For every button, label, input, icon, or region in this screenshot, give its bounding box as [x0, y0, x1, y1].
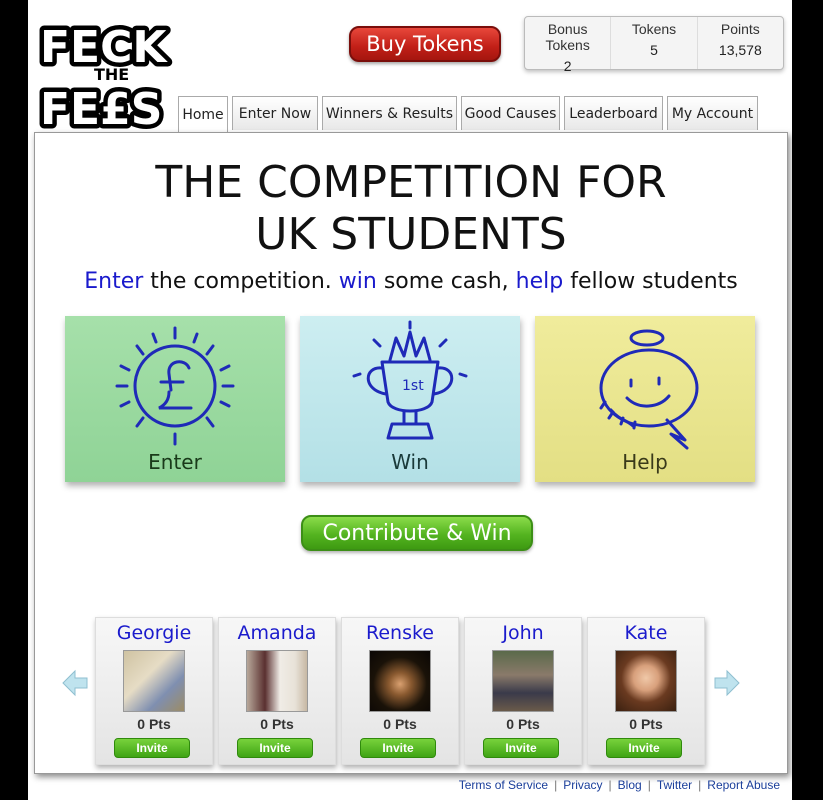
stat-value: 2: [563, 58, 572, 74]
token-stats: Bonus Tokens 2 Tokens 5 Points 13,578: [524, 16, 784, 74]
tokens-stat: Tokens 5: [610, 17, 696, 69]
invite-button[interactable]: Invite: [483, 738, 559, 758]
friend-name: Kate: [624, 622, 668, 644]
friend-card: Kate 0 Pts Invite: [587, 617, 705, 765]
tagline-win: win: [338, 269, 377, 294]
friend-name: Renske: [366, 622, 434, 644]
tagline-text: the competition.: [143, 269, 339, 294]
points-stat: Points 13,578: [696, 17, 783, 69]
feck-the-fees-logo[interactable]: FECK FECK THE FE£S FE£S: [34, 14, 176, 132]
friend-name: Amanda: [237, 622, 317, 644]
avatar[interactable]: [123, 650, 185, 712]
win-card[interactable]: 1st Win: [300, 316, 520, 482]
divider: |: [608, 778, 612, 792]
divider: |: [554, 778, 558, 792]
tagline-help: help: [515, 269, 564, 294]
stat-label: Bonus Tokens: [545, 21, 590, 53]
privacy-link[interactable]: Privacy: [563, 778, 602, 792]
page-title-line2: UK STUDENTS: [255, 209, 567, 260]
invite-button[interactable]: Invite: [114, 738, 190, 758]
tagline-text: some cash,: [376, 269, 516, 294]
blog-link[interactable]: Blog: [618, 778, 642, 792]
friend-points: 0 Pts: [260, 716, 294, 732]
avatar[interactable]: [492, 650, 554, 712]
friend-points: 0 Pts: [506, 716, 540, 732]
divider: |: [698, 778, 702, 792]
tab-winners-results[interactable]: Winners & Results: [322, 96, 457, 130]
carousel-prev-arrow-icon[interactable]: [61, 669, 89, 697]
svg-text:THE: THE: [94, 65, 129, 84]
friend-points: 0 Pts: [137, 716, 171, 732]
tagline-text: fellow students: [563, 269, 738, 294]
tab-my-account[interactable]: My Account: [667, 96, 758, 130]
friend-name: John: [502, 622, 544, 644]
divider: |: [647, 778, 651, 792]
friend-card: Renske 0 Pts Invite: [341, 617, 459, 765]
footer-links: Terms of Service | Privacy | Blog | Twitter | Re…: [459, 778, 780, 792]
main-content-panel: THE COMPETITION FOR UK STUDENTS Enter th…: [34, 132, 788, 774]
report-abuse-link[interactable]: Report Abuse: [707, 778, 780, 792]
enter-card[interactable]: Enter: [65, 316, 285, 482]
enter-card-label: Enter: [148, 450, 202, 474]
tab-good-causes[interactable]: Good Causes: [461, 96, 560, 130]
friend-points: 0 Pts: [383, 716, 417, 732]
tab-leaderboard[interactable]: Leaderboard: [564, 96, 663, 130]
avatar[interactable]: [246, 650, 308, 712]
tab-home[interactable]: Home: [178, 96, 228, 132]
friend-points: 0 Pts: [629, 716, 663, 732]
carousel-next-arrow-icon[interactable]: [713, 669, 741, 697]
stat-label: Points: [720, 21, 760, 37]
twitter-link[interactable]: Twitter: [657, 778, 692, 792]
stat-value: 13,578: [718, 42, 762, 58]
buy-tokens-button[interactable]: Buy Tokens: [349, 26, 501, 62]
svg-text:1st: 1st: [402, 378, 424, 394]
avatar[interactable]: [369, 650, 431, 712]
help-card-label: Help: [622, 450, 668, 474]
contribute-and-win-button[interactable]: Contribute & Win: [301, 515, 533, 551]
stat-label: Tokens: [631, 21, 677, 37]
help-card[interactable]: Help: [535, 316, 755, 482]
avatar[interactable]: [615, 650, 677, 712]
invite-button[interactable]: Invite: [360, 738, 436, 758]
tagline-enter: Enter: [84, 269, 144, 294]
friend-card: Amanda 0 Pts Invite: [218, 617, 336, 765]
page: FECK FECK THE FE£S FE£S Buy Tokens Bonus…: [28, 0, 792, 800]
bonus-tokens-stat: Bonus Tokens 2: [525, 17, 610, 74]
main-nav-tabs: Home Enter Now Winners & Results Good Ca…: [178, 96, 758, 132]
tagline: Enter the competition. win some cash, he…: [35, 269, 787, 294]
friend-card: Georgie 0 Pts Invite: [95, 617, 213, 765]
invite-button[interactable]: Invite: [606, 738, 682, 758]
invite-button[interactable]: Invite: [237, 738, 313, 758]
friend-name: Georgie: [116, 622, 192, 644]
friend-card: John 0 Pts Invite: [464, 617, 582, 765]
stat-value: 5: [650, 42, 658, 58]
svg-text:FE£S: FE£S: [40, 84, 162, 132]
win-card-label: Win: [391, 450, 429, 474]
page-title-line1: THE COMPETITION FOR: [155, 157, 667, 208]
tab-enter-now[interactable]: Enter Now: [232, 96, 318, 130]
terms-of-service-link[interactable]: Terms of Service: [459, 778, 548, 792]
